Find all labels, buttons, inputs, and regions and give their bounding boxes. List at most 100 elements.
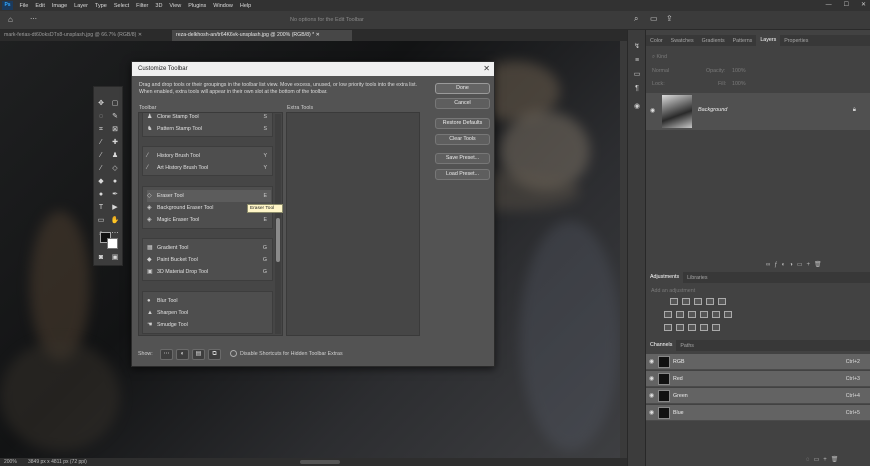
load-preset-button[interactable]: Load Preset...: [435, 169, 490, 180]
quick-select-icon[interactable]: ✎: [110, 112, 120, 122]
extras-toggle-icon[interactable]: ⋯: [160, 349, 173, 360]
tab-document-1[interactable]: mark-ferias-dt60oksDTx8-unsplash.jpg @ 6…: [0, 30, 170, 41]
frame-tool-icon[interactable]: ⊠: [110, 125, 120, 135]
disable-shortcuts-checkbox[interactable]: [230, 350, 237, 357]
crop-tool-icon[interactable]: ⌗: [96, 125, 106, 135]
quick-mask-icon[interactable]: ◙: [96, 253, 106, 263]
exposure-icon[interactable]: [706, 298, 714, 305]
tab-properties[interactable]: Properties: [780, 38, 812, 44]
history-icon[interactable]: ↯: [632, 42, 642, 52]
gradient-map-icon[interactable]: [700, 324, 708, 331]
color-lookup-icon[interactable]: [724, 311, 732, 318]
tab-document-2[interactable]: reza-delkhosh-an/tr64K6vk-unsplash.jpg @…: [172, 30, 352, 41]
tab-color[interactable]: Color: [646, 38, 667, 44]
tab-paths[interactable]: Paths: [676, 343, 698, 349]
tab-channels[interactable]: Channels: [646, 340, 677, 351]
3d-icon[interactable]: ◉: [632, 102, 642, 112]
menu-file[interactable]: File: [16, 3, 32, 9]
restore-defaults-button[interactable]: Restore Defaults: [435, 118, 490, 129]
hand-tool-icon[interactable]: ✋: [110, 216, 120, 226]
black-white-icon[interactable]: [688, 311, 696, 318]
visibility-eye-icon[interactable]: ◉: [649, 371, 654, 387]
brush-tool-icon[interactable]: ⁄: [96, 151, 106, 161]
color-swatch-toggle-icon[interactable]: ◐: [176, 349, 189, 360]
close-window-icon[interactable]: ✕: [861, 0, 866, 11]
channel-mixer-icon[interactable]: [712, 311, 720, 318]
tool-item[interactable]: ♟ Clone Stamp Tool S: [147, 113, 271, 123]
extra-tools-list[interactable]: [286, 112, 420, 336]
menu-plugins[interactable]: Plugins: [185, 3, 210, 9]
curves-icon[interactable]: [694, 298, 702, 305]
fill-value[interactable]: 100%: [732, 81, 746, 87]
horizontal-scrollbar[interactable]: [300, 460, 340, 464]
maximize-icon[interactable]: ☐: [844, 0, 849, 11]
pen-tool-icon[interactable]: ✒: [110, 190, 120, 200]
levels-icon[interactable]: [682, 298, 690, 305]
menu-window[interactable]: Window: [210, 3, 237, 9]
eraser-tool-icon[interactable]: ◇: [110, 164, 120, 174]
tool-item[interactable]: ▦ Gradient Tool G: [147, 242, 271, 254]
close-dialog-icon[interactable]: ✕: [483, 62, 490, 76]
hue-saturation-icon[interactable]: [664, 311, 672, 318]
properties-icon[interactable]: ≡: [632, 56, 642, 66]
comments-icon[interactable]: ▭: [632, 70, 642, 80]
healing-brush-icon[interactable]: ✚: [110, 138, 120, 148]
vibrance-icon[interactable]: [718, 298, 726, 305]
workspace-icon[interactable]: ▭: [650, 14, 658, 23]
tool-item[interactable]: ♞ Pattern Stamp Tool S: [147, 123, 271, 135]
tool-item[interactable]: ⁄ Art History Brush Tool Y: [147, 162, 271, 174]
share-icon[interactable]: ⇪: [666, 14, 673, 23]
type-tool-icon[interactable]: T: [96, 203, 106, 213]
glyphs-icon[interactable]: ¶: [632, 84, 642, 94]
brightness-icon[interactable]: [670, 298, 678, 305]
more-options-icon[interactable]: ⋯: [30, 15, 37, 23]
toolbar-list-scroll-thumb[interactable]: [276, 218, 280, 262]
path-select-icon[interactable]: ▶: [110, 203, 120, 213]
screen-mode-toggle-icon[interactable]: ⧉: [208, 349, 221, 360]
posterize-icon[interactable]: [676, 324, 684, 331]
tool-group[interactable]: ▦ Gradient Tool G ◆ Paint Bucket Tool G ▣ 3D …: [142, 238, 273, 281]
artboard-tool-icon[interactable]: ▢: [110, 99, 120, 109]
visibility-eye-icon[interactable]: ◉: [649, 354, 654, 370]
lock-icon[interactable]: 🔒︎: [853, 107, 856, 114]
menu-edit[interactable]: Edit: [32, 3, 48, 9]
tool-item[interactable]: ⁄ History Brush Tool Y: [147, 150, 271, 162]
done-button[interactable]: Done: [435, 83, 490, 94]
move-tool-icon[interactable]: ✥: [96, 99, 106, 109]
eyedropper-icon[interactable]: ⁄: [96, 138, 106, 148]
dodge-tool-icon[interactable]: ●: [96, 190, 106, 200]
threshold-icon[interactable]: [688, 324, 696, 331]
tab-libraries[interactable]: Libraries: [683, 275, 711, 281]
zoom-level[interactable]: 200%: [4, 458, 17, 466]
menu-3d[interactable]: 3D: [152, 3, 166, 9]
menu-type[interactable]: Type: [91, 3, 110, 9]
invert-icon[interactable]: [664, 324, 672, 331]
tab-gradients[interactable]: Gradients: [698, 38, 729, 44]
layer-actions-icons[interactable]: ∞ƒ◐◑▭+🗑︎: [766, 261, 826, 268]
channel-row-red[interactable]: ◉ Red Ctrl+3: [646, 371, 870, 387]
menu-view[interactable]: View: [166, 3, 185, 9]
background-color-swatch[interactable]: [107, 238, 118, 249]
tool-group[interactable]: ● Blur Tool ▲ Sharpen Tool ☚ Smudge Tool: [142, 291, 273, 334]
close-tab-icon[interactable]: ✕: [138, 32, 142, 38]
menu-image[interactable]: Image: [48, 3, 70, 9]
paint-bucket-tool-icon[interactable]: ◆: [96, 177, 106, 187]
search-icon[interactable]: ⌕: [634, 14, 638, 24]
tool-item[interactable]: ◈ Magic Eraser Tool E: [147, 214, 271, 226]
tab-patterns[interactable]: Patterns: [729, 38, 757, 44]
home-icon[interactable]: ⌂: [8, 15, 13, 24]
quick-mask-toggle-icon[interactable]: ▤: [192, 349, 205, 360]
history-brush-tool-icon[interactable]: ⁄: [96, 164, 106, 174]
layer-name[interactable]: Background: [698, 107, 727, 113]
menu-filter[interactable]: Filter: [133, 3, 152, 9]
minimize-icon[interactable]: —: [826, 0, 832, 11]
blend-mode-select[interactable]: Normal: [652, 68, 669, 74]
channel-actions-icons[interactable]: ◌▭+🗑︎: [806, 456, 842, 463]
tool-item[interactable]: ▲ Sharpen Tool: [147, 307, 271, 319]
lasso-tool-icon[interactable]: ◌: [96, 112, 106, 122]
screen-mode-icon[interactable]: ▣: [110, 253, 120, 263]
tool-item[interactable]: ● Blur Tool: [147, 295, 271, 307]
channel-row-blue[interactable]: ◉ Blue Ctrl+5: [646, 405, 870, 421]
rectangle-tool-icon[interactable]: ▭: [96, 216, 106, 226]
canvas-scrollbar[interactable]: [620, 41, 627, 458]
